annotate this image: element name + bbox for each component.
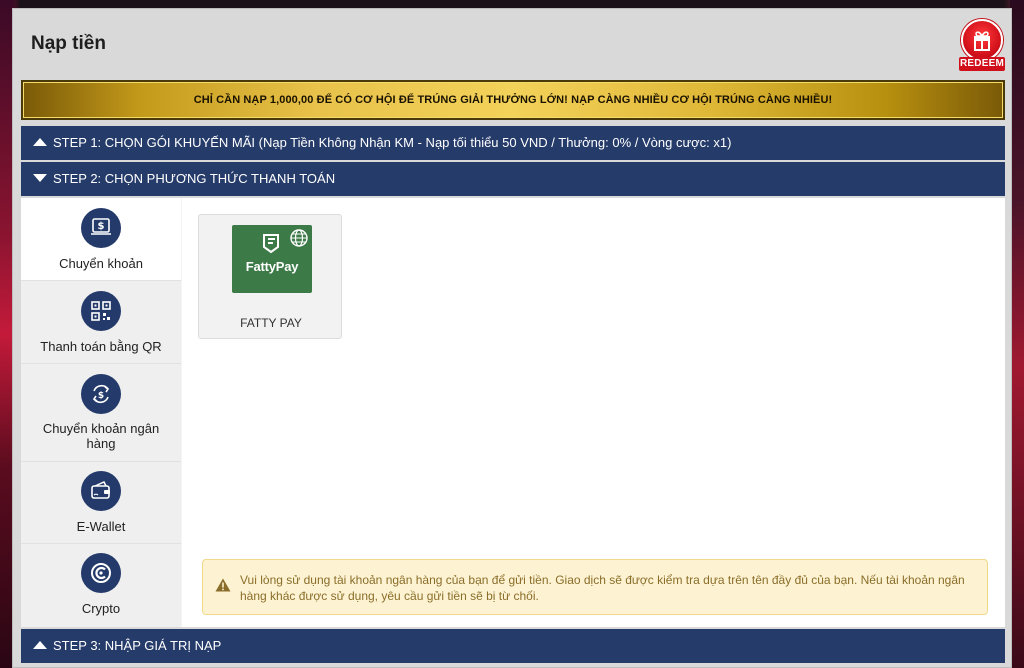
payment-method-list: $ Chuyển khoản Thanh toán bằng QR $ Chuy…	[21, 198, 181, 627]
step-2-body: $ Chuyển khoản Thanh toán bằng QR $ Chuy…	[21, 198, 1005, 627]
provider-card-fattypay[interactable]: FattyPay FATTY PAY	[198, 214, 342, 339]
caret-down-icon	[33, 173, 47, 182]
method-bank-transfer[interactable]: $ Chuyển khoản ngân hàng	[21, 364, 181, 462]
transfer-icon: $	[81, 208, 121, 248]
redeem-label: REDEEM	[959, 57, 1005, 71]
step-3-label: STEP 3: NHẬP GIÁ TRỊ NẠP	[53, 638, 222, 653]
method-e-wallet[interactable]: E-Wallet	[21, 462, 181, 544]
method-label: Chuyển khoản	[59, 256, 143, 271]
crypto-icon	[81, 553, 121, 593]
svg-text:$: $	[98, 221, 105, 232]
method-label: Crypto	[81, 601, 121, 616]
background-right-edge	[1010, 0, 1024, 668]
gift-icon	[961, 19, 1003, 61]
fattypay-logo: FattyPay	[232, 225, 312, 293]
step-2-label: STEP 2: CHỌN PHƯƠNG THỨC THANH TOÁN	[53, 171, 336, 186]
provider-logo-text: FattyPay	[245, 259, 299, 274]
deposit-modal: Nạp tiền REDEEM CHỈ CẦN NẠP 1,000,00 ĐỂ …	[12, 8, 1012, 668]
method-chuyen-khoan[interactable]: $ Chuyển khoản	[21, 198, 181, 281]
method-label: Thanh toán bằng QR	[40, 339, 162, 354]
provider-panel: FattyPay FATTY PAY Vui lòng sử dụng tài …	[182, 198, 1005, 627]
qr-code-icon	[81, 291, 121, 331]
warning-icon	[215, 578, 231, 592]
step-1-label: STEP 1: CHỌN GÓI KHUYẾN MÃI (Nạp Tiền Kh…	[53, 135, 732, 150]
provider-name: FATTY PAY	[240, 316, 302, 330]
bank-exchange-icon: $	[81, 374, 121, 414]
page-title: Nạp tiền	[31, 33, 106, 54]
step-2-header[interactable]: STEP 2: CHỌN PHƯƠNG THỨC THANH TOÁN	[21, 162, 1005, 196]
warning-notice-text: Vui lòng sử dụng tài khoản ngân hàng của…	[240, 573, 965, 603]
warning-notice: Vui lòng sử dụng tài khoản ngân hàng của…	[202, 559, 988, 615]
svg-text:$: $	[98, 391, 104, 401]
wallet-icon	[81, 471, 121, 511]
promo-marquee-text: CHỈ CẦN NẠP 1,000,00 ĐỂ CÓ CƠ HỘI ĐỂ TRÚ…	[193, 94, 833, 106]
method-crypto[interactable]: Crypto	[21, 544, 181, 627]
step-3-header[interactable]: STEP 3: NHẬP GIÁ TRỊ NẠP	[21, 629, 1005, 663]
caret-up-icon	[33, 137, 47, 146]
method-label: E-Wallet	[76, 519, 126, 534]
method-label: Chuyển khoản ngân hàng	[42, 421, 160, 451]
method-qr[interactable]: Thanh toán bằng QR	[21, 281, 181, 364]
redeem-button[interactable]: REDEEM	[959, 19, 1005, 71]
promo-marquee: CHỈ CẦN NẠP 1,000,00 ĐỂ CÓ CƠ HỘI ĐỂ TRÚ…	[21, 80, 1005, 120]
fattypay-shield-icon	[263, 229, 308, 254]
caret-up-icon	[33, 640, 47, 649]
modal-header: Nạp tiền REDEEM	[13, 9, 1011, 77]
step-1-header[interactable]: STEP 1: CHỌN GÓI KHUYẾN MÃI (Nạp Tiền Kh…	[21, 126, 1005, 160]
